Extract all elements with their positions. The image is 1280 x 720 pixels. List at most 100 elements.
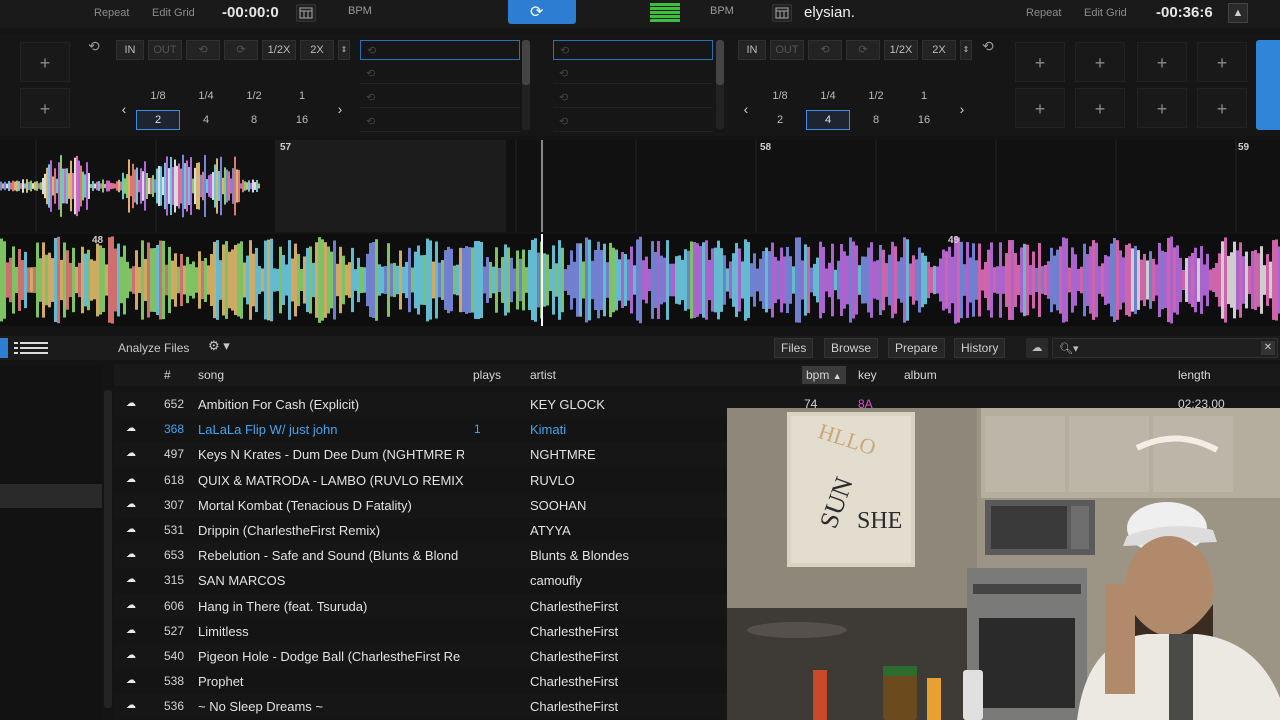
right-half-button[interactable]: 1/2X (884, 40, 918, 60)
left-loop-prev-icon[interactable]: ‹ (114, 86, 134, 132)
eject-icon[interactable]: ▲ (1228, 3, 1248, 23)
left-repeat-button[interactable]: Repeat (94, 7, 129, 19)
upload-icon[interactable]: ☁ (126, 499, 136, 510)
right-loop-out-button[interactable]: OUT (770, 40, 804, 60)
left-loop-size-button[interactable]: 1/4 (184, 86, 228, 106)
column-num[interactable]: # (164, 368, 171, 382)
search-field[interactable]: 🔍︎▾ ✕ (1052, 338, 1278, 358)
nav-history-button[interactable]: History (954, 338, 1006, 358)
right-pad-plus[interactable]: + (1137, 42, 1187, 82)
left-loop-size-button[interactable]: 1 (280, 86, 324, 106)
right-pad-plus[interactable]: + (1015, 42, 1065, 82)
right-double-button[interactable]: 2X (922, 40, 956, 60)
column-song[interactable]: song (198, 368, 224, 382)
right-loop-size-button[interactable]: 1/4 (806, 86, 850, 106)
upload-icon[interactable]: ☁ (126, 423, 136, 434)
left-loop-out-button[interactable]: OUT (148, 40, 182, 60)
upload-icon[interactable]: ☁ (126, 524, 136, 535)
right-loop-size-button[interactable]: 1/8 (758, 86, 802, 106)
upload-icon[interactable]: ☁ (126, 574, 136, 585)
right-loop-size-button[interactable]: 1/2 (854, 86, 898, 106)
analyze-files-button[interactable]: Analyze Files (118, 341, 189, 355)
upload-icon[interactable]: ☁ (126, 549, 136, 560)
list-view-icon[interactable] (0, 338, 52, 358)
clear-search-icon[interactable]: ✕ (1261, 341, 1275, 355)
right-pad-plus[interactable]: + (1075, 42, 1125, 82)
left-pad-plus[interactable]: + (20, 88, 70, 128)
left-half-button[interactable]: 1/2X (262, 40, 296, 60)
right-loop-size-button[interactable]: 2 (758, 110, 802, 130)
right-pad-plus[interactable]: + (1075, 88, 1125, 128)
nav-prepare-button[interactable]: Prepare (888, 338, 945, 358)
column-artist[interactable]: artist (530, 368, 556, 382)
right-bpm-label[interactable]: BPM (710, 5, 734, 17)
track-list-scrollbar[interactable] (104, 390, 112, 708)
right-repeat-button[interactable]: Repeat (1026, 7, 1061, 19)
left-loop-exit-button[interactable]: ⟳ (224, 40, 258, 60)
right-loop-reloop-button[interactable]: ⟲ (808, 40, 842, 60)
right-cue-scrollbar[interactable] (716, 40, 724, 130)
left-loop-size-button[interactable]: 16 (280, 110, 324, 130)
left-cue-slot[interactable]: ⟲ (360, 88, 520, 108)
left-double-button[interactable]: 2X (300, 40, 334, 60)
right-loop-prev-icon[interactable]: ‹ (736, 86, 756, 132)
upload-icon[interactable]: ☁ (126, 650, 136, 661)
right-pad-plus[interactable]: + (1137, 88, 1187, 128)
search-input[interactable] (1081, 340, 1261, 356)
right-loop-size-button[interactable]: 4 (806, 110, 850, 130)
upload-icon[interactable]: ☁ (126, 675, 136, 686)
right-cue-slot[interactable]: ⟲ (553, 40, 713, 60)
right-calendar-icon[interactable] (772, 4, 792, 22)
right-cue-slot[interactable]: ⟲ (553, 112, 713, 132)
left-cue-slot[interactable]: ⟲ (360, 40, 520, 60)
right-pad-plus[interactable]: + (1015, 88, 1065, 128)
sync-center-button[interactable]: ⟳ (508, 0, 576, 24)
left-loop-reloop-button[interactable]: ⟲ (186, 40, 220, 60)
right-edit-grid-button[interactable]: Edit Grid (1084, 7, 1127, 19)
left-cue-slot[interactable]: ⟲ (360, 112, 520, 132)
column-album[interactable]: album (904, 368, 937, 382)
left-loop-in-button[interactable]: IN (116, 40, 144, 60)
left-loop-size-button[interactable]: 1/2 (232, 86, 276, 106)
nav-files-button[interactable]: Files (774, 338, 814, 358)
right-loop-sync-icon[interactable]: ⟲ (982, 38, 994, 55)
column-plays[interactable]: plays (473, 368, 501, 382)
overview-waveform[interactable]: 57 58 59 (0, 140, 1280, 232)
side-panel-handle[interactable] (1256, 40, 1280, 130)
right-loop-size-button[interactable]: 8 (854, 110, 898, 130)
right-loop-in-button[interactable]: IN (738, 40, 766, 60)
right-cue-slot[interactable]: ⟲ (553, 64, 713, 84)
right-time-display[interactable]: -00:36:6 (1156, 4, 1213, 21)
left-loop-size-button[interactable]: 8 (232, 110, 276, 130)
nav-browse-button[interactable]: Browse (824, 338, 879, 358)
upload-icon[interactable]: ☁ (126, 625, 136, 636)
upload-icon[interactable]: ☁ (126, 448, 136, 459)
left-cue-slot[interactable]: ⟲ (360, 64, 520, 84)
upload-icon[interactable]: ☁ (126, 398, 136, 409)
right-loop-exit-button[interactable]: ⟳ (846, 40, 880, 60)
right-pad-plus[interactable]: + (1197, 88, 1247, 128)
right-loop-size-button[interactable]: 16 (902, 110, 946, 130)
left-stepper-icon[interactable]: ⇕ (338, 40, 350, 60)
right-stepper-icon[interactable]: ⇕ (960, 40, 972, 60)
cloud-icon[interactable]: ☁ (1026, 338, 1048, 358)
left-loop-size-button[interactable]: 4 (184, 110, 228, 130)
left-calendar-icon[interactable] (296, 4, 316, 22)
left-loop-next-icon[interactable]: › (330, 86, 350, 132)
left-pad-plus[interactable]: + (20, 42, 70, 82)
left-loop-size-button[interactable]: 2 (136, 110, 180, 130)
left-cue-scrollbar[interactable] (522, 40, 530, 130)
column-bpm[interactable]: bpm ▲ (802, 366, 846, 384)
right-loop-size-button[interactable]: 1 (902, 86, 946, 106)
left-edit-grid-button[interactable]: Edit Grid (152, 7, 195, 19)
gear-icon[interactable]: ⚙ ▾ (208, 338, 240, 358)
right-pad-plus[interactable]: + (1197, 42, 1247, 82)
upload-icon[interactable]: ☁ (126, 600, 136, 611)
main-waveform[interactable]: 48 49 (0, 234, 1280, 326)
column-length[interactable]: length (1178, 368, 1211, 382)
left-bpm-label[interactable]: BPM (348, 5, 372, 17)
upload-icon[interactable]: ☁ (126, 474, 136, 485)
right-loop-next-icon[interactable]: › (952, 86, 972, 132)
left-loop-size-button[interactable]: 1/8 (136, 86, 180, 106)
column-key[interactable]: key (858, 368, 877, 382)
